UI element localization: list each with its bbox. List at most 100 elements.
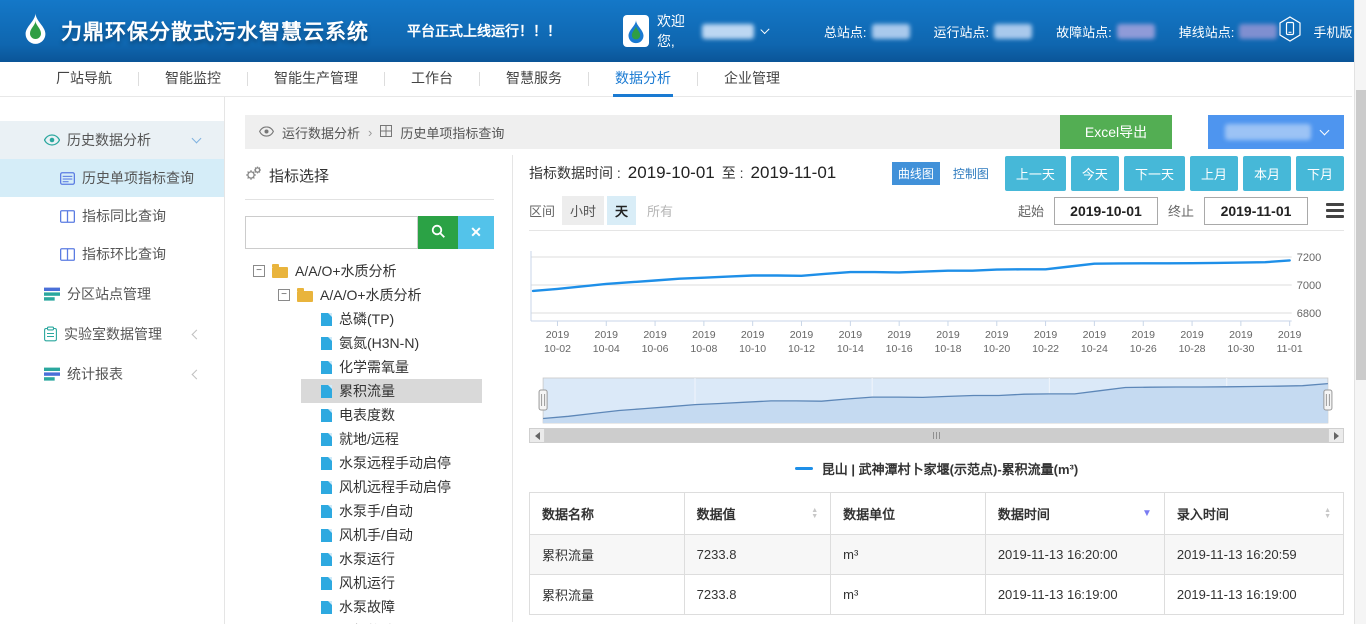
- file-icon: [321, 361, 332, 374]
- quick-button-4[interactable]: 本月: [1243, 156, 1291, 191]
- welcome-label: 欢迎您,: [657, 11, 694, 51]
- tree-leaf-7[interactable]: 风机远程手动启停: [301, 475, 482, 499]
- user-logo-drop-icon: [623, 15, 649, 47]
- sidebar-group-1[interactable]: 分区站点管理: [0, 275, 224, 313]
- table-header-2[interactable]: 数据单位: [831, 493, 986, 535]
- svg-text:10-20: 10-20: [983, 343, 1010, 355]
- tree-group-node[interactable]: −A/A/O+水质分析: [245, 283, 512, 307]
- sidebar-group-3[interactable]: 统计报表: [0, 355, 224, 393]
- main-area: 运行数据分析 › 历史单项指标查询 Excel导出: [225, 97, 1366, 624]
- start-label: 起始: [1018, 201, 1044, 220]
- report-icon: [44, 367, 60, 381]
- file-icon: [321, 409, 332, 422]
- redacted-station-count: [872, 24, 910, 39]
- collapse-icon[interactable]: −: [278, 289, 290, 301]
- tree-leaf-12[interactable]: 水泵故障: [301, 595, 482, 619]
- vscroll-thumb[interactable]: [1356, 90, 1366, 380]
- start-date-input[interactable]: 2019-10-01: [1054, 197, 1158, 225]
- nav-item-4[interactable]: 智慧服务: [480, 62, 588, 97]
- page: 力鼎环保分散式污水智慧云系统 平台正式上线运行！！！ 欢迎您, 总站点:运行站点…: [0, 0, 1366, 624]
- quick-button-1[interactable]: 今天: [1071, 156, 1119, 191]
- table-header-label: 数据时间: [998, 504, 1050, 523]
- sort-icon[interactable]: ▲▼: [1324, 508, 1331, 520]
- search-input[interactable]: [245, 216, 418, 249]
- clear-search-button[interactable]: ✕: [458, 216, 494, 249]
- eye-icon: [44, 134, 60, 146]
- breadcrumb-section[interactable]: 运行数据分析: [282, 123, 360, 142]
- chart-navigator[interactable]: 7. 十月14. 十月21. 十月28. 十月: [529, 377, 1344, 427]
- table-row[interactable]: 累积流量7233.8m³2019-11-13 16:20:002019-11-1…: [530, 535, 1344, 575]
- tree-leaf-6[interactable]: 水泵远程手动启停: [301, 451, 482, 475]
- tree-leaf-10[interactable]: 水泵运行: [301, 547, 482, 571]
- file-icon: [321, 433, 332, 446]
- sidebar-item-0-2[interactable]: 指标环比查询: [0, 235, 224, 273]
- user-menu[interactable]: 欢迎您,: [623, 11, 768, 51]
- sidebar-item-0-0[interactable]: 历史单项指标查询: [0, 159, 224, 197]
- file-icon: [321, 505, 332, 518]
- redacted-username: [702, 24, 754, 39]
- scroll-left-arrow[interactable]: [530, 429, 545, 442]
- end-date-input[interactable]: 2019-11-01: [1204, 197, 1308, 225]
- search-button[interactable]: [418, 216, 458, 249]
- close-icon: ✕: [470, 224, 482, 240]
- table-header-3[interactable]: 数据时间 ▼: [985, 493, 1164, 535]
- collapse-icon[interactable]: −: [253, 265, 265, 277]
- table-header-0[interactable]: 数据名称: [530, 493, 685, 535]
- nav-item-6[interactable]: 企业管理: [698, 62, 806, 97]
- bars-icon: [44, 287, 60, 301]
- sort-desc-icon[interactable]: ▼: [1142, 508, 1152, 519]
- tree-leaf-4[interactable]: 电表度数: [301, 403, 482, 427]
- svg-text:10-10: 10-10: [739, 343, 766, 355]
- tree-leaf-3[interactable]: 累积流量: [301, 379, 482, 403]
- mobile-version-link[interactable]: 手机版: [1313, 22, 1352, 41]
- tree-leaf-8[interactable]: 水泵手/自动: [301, 499, 482, 523]
- quick-button-2[interactable]: 下一天: [1124, 156, 1185, 191]
- tree-leaf-1[interactable]: 氨氮(H3N-N): [301, 331, 482, 355]
- sort-icon[interactable]: ▲▼: [811, 508, 818, 520]
- page-vscrollbar[interactable]: [1354, 0, 1366, 624]
- scroll-right-arrow[interactable]: [1328, 429, 1343, 442]
- nav-item-5[interactable]: 数据分析: [589, 62, 697, 97]
- scroll-thumb[interactable]: [545, 429, 1328, 442]
- tree-leaf-label: 电表度数: [339, 405, 395, 425]
- chevron-down-icon: [1319, 126, 1329, 136]
- excel-export-button[interactable]: Excel导出: [1060, 115, 1172, 149]
- nav-item-0[interactable]: 厂站导航: [30, 62, 138, 97]
- sidebar-group-2[interactable]: 实验室数据管理: [0, 315, 224, 353]
- tree-leaf-0[interactable]: 总磷(TP): [301, 307, 482, 331]
- nav-item-1[interactable]: 智能监控: [139, 62, 247, 97]
- tree-leaf-2[interactable]: 化学需氧量: [301, 355, 482, 379]
- tree-leaf-9[interactable]: 风机手/自动: [301, 523, 482, 547]
- columns-icon: [60, 209, 75, 224]
- breadcrumb-separator: ›: [368, 125, 372, 140]
- station-select-dropdown[interactable]: [1208, 115, 1344, 149]
- chart-type-tab-0[interactable]: 曲线图: [892, 162, 940, 185]
- tree-leaf-13[interactable]: 风机故障: [301, 619, 482, 624]
- sidebar-group-0[interactable]: 历史数据分析: [0, 121, 224, 159]
- tree-leaf-11[interactable]: 风机运行: [301, 571, 482, 595]
- tree-leaf-label: 风机远程手动启停: [339, 477, 451, 497]
- file-icon: [321, 601, 332, 614]
- sidebar-item-0-1[interactable]: 指标同比查询: [0, 197, 224, 235]
- svg-text:10-06: 10-06: [642, 343, 669, 355]
- svg-text:10-28: 10-28: [1179, 343, 1206, 355]
- station-stat: 运行站点:: [934, 22, 1033, 41]
- tree-leaf-5[interactable]: 就地/远程: [301, 427, 482, 451]
- nav-item-3[interactable]: 工作台: [385, 62, 479, 97]
- chart-legend[interactable]: 昆山 | 武神潭村卜家堰(示范点)-累积流量(m³): [529, 459, 1344, 478]
- line-chart: 680070007200201910-02201910-04201910-062…: [529, 235, 1344, 361]
- quick-button-0[interactable]: 上一天: [1005, 156, 1066, 191]
- chart-hscrollbar[interactable]: [529, 428, 1344, 443]
- folder-icon: [272, 267, 288, 278]
- tree-root-node[interactable]: −A/A/O+水质分析: [245, 259, 512, 283]
- chart-menu-icon[interactable]: [1326, 203, 1344, 218]
- table-row[interactable]: 累积流量7233.8m³2019-11-13 16:19:002019-11-1…: [530, 575, 1344, 615]
- interval-option-0[interactable]: 小时: [562, 196, 604, 225]
- interval-option-1[interactable]: 天: [607, 196, 636, 225]
- quick-button-3[interactable]: 上月: [1190, 156, 1238, 191]
- chart-type-tab-1[interactable]: 控制图: [947, 162, 995, 185]
- table-header-1[interactable]: 数据值▲▼: [684, 493, 831, 535]
- quick-button-5[interactable]: 下月: [1296, 156, 1344, 191]
- nav-item-2[interactable]: 智能生产管理: [248, 62, 384, 97]
- table-header-4[interactable]: 录入时间▲▼: [1164, 493, 1343, 535]
